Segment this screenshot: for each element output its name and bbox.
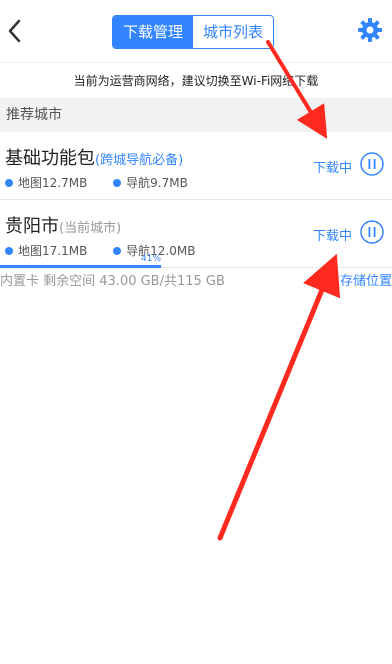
segmented-tabs: 下载管理 城市列表 xyxy=(112,15,274,49)
map-size-text: 地图17.1MB xyxy=(18,244,88,258)
progress-bar: 41% xyxy=(0,254,392,268)
tab-download-manager[interactable]: 下载管理 xyxy=(113,16,193,48)
pause-icon xyxy=(360,220,384,244)
city-name-text: 基础功能包 xyxy=(5,148,95,169)
nav-size-text: 导航9.7MB xyxy=(126,176,188,190)
progress-label: 41% xyxy=(141,254,162,264)
pause-icon xyxy=(360,152,384,176)
annotation-arrow-2 xyxy=(217,253,341,541)
storage-bar: 内置卡 剩余空间 43.00 GB/共115 GB 更改存储位置 xyxy=(0,270,392,294)
change-storage-location-link[interactable]: 更改存储位置 xyxy=(314,270,392,294)
map-size: 地图12.7MB xyxy=(5,174,87,191)
download-dot-icon xyxy=(113,246,122,255)
top-bar: 下载管理 城市列表 xyxy=(0,0,392,62)
section-header-recommended: 推荐城市 xyxy=(0,98,392,132)
tab-city-list[interactable]: 城市列表 xyxy=(193,16,273,48)
list-item-guiyang[interactable]: 贵阳市(当前城市) 地图17.1MB 导航12.0MB 下载中 41% xyxy=(0,200,392,268)
download-dot-icon xyxy=(5,246,13,255)
download-dot-icon xyxy=(5,178,13,187)
chevron-left-icon xyxy=(8,19,21,43)
status-label: 下载中 xyxy=(312,161,352,176)
city-name-text: 贵阳市 xyxy=(5,216,59,237)
map-size-text: 地图12.7MB xyxy=(18,176,88,190)
network-notice: 当前为运营商网络，建议切换至Wi-Fi网络下载 xyxy=(0,62,392,99)
storage-info: 内置卡 剩余空间 43.00 GB/共115 GB xyxy=(0,274,225,289)
status-label: 下载中 xyxy=(312,229,352,244)
city-name: 基础功能包(跨城导航必备) xyxy=(5,144,183,170)
gear-icon xyxy=(358,18,382,42)
size-info: 地图12.7MB 导航9.7MB xyxy=(5,174,210,191)
city-note: (跨城导航必备) xyxy=(95,153,184,168)
city-note: (当前城市) xyxy=(59,221,122,236)
progress-fill xyxy=(0,265,161,268)
pause-button[interactable] xyxy=(360,220,384,244)
city-name: 贵阳市(当前城市) xyxy=(5,212,121,238)
back-button[interactable] xyxy=(4,16,26,46)
list-item-basic-package[interactable]: 基础功能包(跨城导航必备) 地图12.7MB 导航9.7MB 下载中 xyxy=(0,132,392,200)
download-dot-icon xyxy=(113,178,122,187)
pause-button[interactable] xyxy=(360,152,384,176)
size-info: 地图17.1MB 导航12.0MB xyxy=(5,242,217,259)
nav-size: 导航9.7MB xyxy=(113,174,188,191)
settings-button[interactable] xyxy=(356,16,384,44)
map-size: 地图17.1MB xyxy=(5,242,87,259)
